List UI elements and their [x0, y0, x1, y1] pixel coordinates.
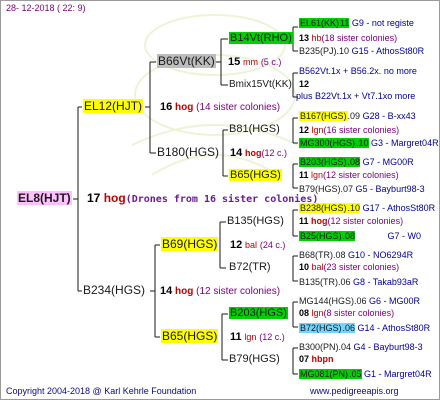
- gen2-num-4: 11: [230, 331, 242, 343]
- gen3-name-4: B65(HGS): [229, 169, 282, 181]
- gen3-name-7: B203(HGS): [229, 307, 288, 319]
- gen1-hog-2: hog: [175, 286, 194, 297]
- gen2-num-2: 14: [230, 147, 243, 159]
- gen2-hog-4: lgn: [244, 332, 257, 342]
- gen4-queen-14[interactable]: B300(PN).04 G4 - Bayburt98-3: [299, 342, 423, 353]
- gen1-info-2: 14 hog (12 sister colonies): [160, 285, 280, 298]
- gen2-detail-3: (24 c.): [259, 240, 286, 250]
- gen3-queen-8[interactable]: B79(HGS): [229, 353, 280, 366]
- gen2-info-2: 14 hog(12 c.): [230, 147, 287, 160]
- gen2-detail-1: (5 c.): [260, 57, 282, 67]
- gen3-name-6: B72(TR): [229, 261, 271, 273]
- gen1-name-2: B234(HGS): [83, 283, 146, 297]
- gen4-queen-6[interactable]: B203(HGS).08 G7 - MG00R: [299, 157, 414, 168]
- gen2-detail-4: (12 c.): [259, 332, 285, 342]
- gen2-num-3: 12: [230, 239, 243, 251]
- gen3-name-3: B81(HGS): [229, 123, 280, 135]
- pedigree-chart: 28- 12-2018 ( 22: 9) EL8(HJT) 17 hog(Dro…: [0, 0, 440, 400]
- gen2-queen-4[interactable]: B65(HGS): [161, 329, 219, 343]
- footer-site-link[interactable]: www.pedigreeapis.org: [310, 386, 399, 396]
- gen2-info-1: 15 mm (5 c.): [228, 56, 281, 69]
- gen4-queen-3[interactable]: B562Vt.1x + B56.2x. no more: [299, 66, 417, 77]
- gen4-queen-1[interactable]: EL61(KK)11 G9 - not registe: [299, 18, 414, 29]
- gen2-hog-2: hog: [245, 148, 262, 158]
- root-hog: hog: [103, 191, 126, 205]
- gen3-queen-4[interactable]: B65(HGS): [229, 169, 282, 182]
- gen2-info-4: 11 lgn (12 c.): [230, 331, 285, 344]
- gen2-name-3: B69(HGS): [161, 237, 219, 251]
- gen3-queen-5[interactable]: B135(HGS): [227, 215, 284, 228]
- gen3-info-5: 11 hog(12 sister colonies): [299, 216, 404, 226]
- gen3-info-2: 12: [299, 79, 310, 89]
- gen1-queen-1[interactable]: EL12(HJT): [83, 99, 144, 113]
- gen1-detail-1: (14 sister colonies): [196, 102, 281, 113]
- gen2-queen-3[interactable]: B69(HGS): [161, 237, 219, 251]
- gen4-queen-5[interactable]: MG300(HGS).10 G3 - Margret04R: [299, 138, 439, 149]
- root-queen[interactable]: EL8(HJT): [17, 191, 72, 205]
- gen1-detail-2: (12 sister colonies): [196, 286, 281, 297]
- root-num: 17: [87, 191, 101, 205]
- gen3-info-4: 11 lgn(12 sister colonies): [299, 170, 399, 180]
- root-info: (Drones from 16 sister colonies): [125, 194, 319, 205]
- gen3-info-1: 13 hb(18 sister colonies): [299, 33, 398, 43]
- gen3-queen-7[interactable]: B203(HGS): [229, 307, 288, 320]
- gen2-name-1: B66Vt(KK): [157, 54, 216, 68]
- gen4-queen-4[interactable]: B167(HGS).09 G28 - B-xx43: [299, 111, 416, 122]
- gen1-info-1: 16 hog (14 sister colonies): [160, 101, 280, 114]
- gen2-queen-1[interactable]: B66Vt(KK): [157, 54, 216, 68]
- gen3-queen-2[interactable]: Bmix15Vt(KK): [229, 78, 292, 91]
- gen3-name-1: B14Vt(RHO): [229, 32, 293, 44]
- gen3-queen-6[interactable]: B72(TR): [229, 261, 271, 274]
- gen1-num-2: 14: [160, 285, 173, 297]
- root-drone-info: 17 hog(Drones from 16 sister colonies): [87, 192, 318, 206]
- gen1-num-1: 16: [160, 101, 173, 113]
- gen2-hog-3: bal: [245, 240, 258, 250]
- gen3-name-2: Bmix15Vt(KK): [229, 79, 292, 90]
- footer-copyright: Copyright 2004-2018 @ Karl Kehrle Founda…: [6, 386, 197, 396]
- gen1-hog-1: hog: [175, 102, 194, 113]
- gen1-name-1: EL12(HJT): [83, 99, 144, 113]
- gen3-info-3: 12 lgn(16 sister colonies): [299, 125, 400, 135]
- gen1-queen-2[interactable]: B234(HGS): [83, 284, 145, 297]
- root-queen-name: EL8(HJT): [17, 191, 72, 205]
- gen3-name-5: B135(HGS): [227, 215, 284, 227]
- gen2-hog-1: mm: [243, 57, 259, 67]
- gen4-queen-7[interactable]: B79(HGS).07 G5 - Bayburt98-3: [299, 184, 425, 195]
- gen4-queen-8[interactable]: B238(HGS).10 G17 - AthosSt80R: [299, 203, 435, 214]
- gen2-name-2: B180(HGS): [157, 145, 220, 159]
- gen2-num-1: 15: [228, 56, 241, 68]
- gen2-name-4: B65(HGS): [161, 329, 219, 343]
- gen3-info-6: 10 bal(23 sister colonies): [299, 262, 400, 272]
- gen2-info-3: 12 bal (24 c.): [230, 239, 285, 252]
- gen3-name-8: B79(HGS): [229, 353, 280, 365]
- gen4-queen-2[interactable]: B235(PJ).10 G15 - AthosSt80R: [299, 46, 424, 57]
- gen4-queen-13[interactable]: B72(HGS).06 G14 - AthosSt80R: [299, 323, 430, 334]
- gen4-queen-10[interactable]: B68(TR).08 G10 - NO6294R: [299, 250, 413, 261]
- gen3-info-7: 08 lgn(8 sister colonies): [299, 308, 395, 318]
- gen4-queen-9[interactable]: B25(HGS).08 G7 - W0: [299, 231, 421, 242]
- gen4-queen-12[interactable]: MG144(HGS).06 G6 - MG00R: [299, 296, 420, 307]
- gen2-queen-2[interactable]: B180(HGS): [157, 146, 219, 159]
- gen3-queen-3[interactable]: B81(HGS): [229, 123, 280, 136]
- gen2-detail-2: (12 c.): [261, 148, 288, 158]
- gen3-info-8: 07 hbpn: [299, 354, 334, 364]
- gen4-queen-15[interactable]: MG081(PN).05 G1 - Margret04R: [299, 369, 432, 380]
- gen3-queen-1[interactable]: B14Vt(RHO): [229, 32, 293, 45]
- gen4-queen-11[interactable]: B135(TR).06 G8 - Takab93aR: [299, 277, 418, 288]
- gen3-plus-info: plus B22Vt.1x + Vt7.1xo more: [296, 91, 416, 101]
